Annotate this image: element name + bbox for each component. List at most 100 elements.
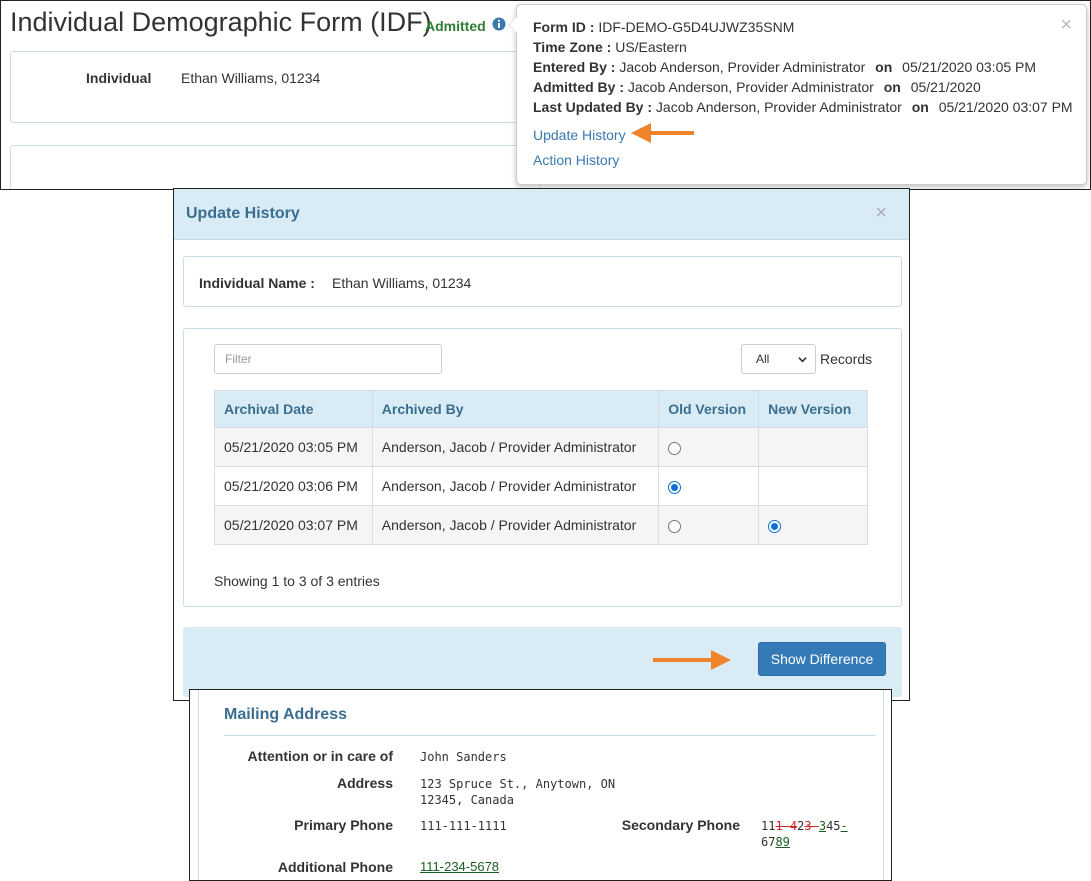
old-version-cell bbox=[658, 505, 760, 545]
new-version-cell bbox=[758, 427, 868, 467]
attention-label: Attention or in care of bbox=[247, 748, 393, 764]
table-row: 05/21/2020 03:07 PM Anderson, Jacob / Pr… bbox=[214, 505, 868, 545]
records-length-select[interactable]: All bbox=[741, 344, 816, 374]
archived-by-cell: Anderson, Jacob / Provider Administrator bbox=[371, 427, 660, 467]
address-line-2: 12345, Canada bbox=[420, 793, 514, 807]
old-version-radio-selected[interactable] bbox=[668, 480, 682, 494]
annotation-arrow-update-history bbox=[631, 123, 694, 143]
last-updated-label: Last Updated By : bbox=[533, 99, 653, 115]
modal-close-icon[interactable]: × bbox=[875, 202, 887, 225]
last-updated-by-value: Jacob Anderson, Provider Administrator bbox=[655, 99, 902, 115]
page-title: Individual Demographic Form (IDF) bbox=[10, 7, 432, 37]
archived-by-cell: Anderson, Jacob / Provider Administrator bbox=[371, 505, 660, 545]
individual-value: Ethan Williams, 01234 bbox=[181, 70, 321, 86]
form-info-popover: × Form ID : IDF-DEMO-G5D4UJWZ35SNM Time … bbox=[508, 4, 1087, 185]
table-header-row: Archival Date Archived By Old Version Ne… bbox=[214, 390, 868, 428]
individual-name-label: Individual Name : bbox=[199, 275, 315, 291]
secondary-phone-label: Secondary Phone bbox=[621, 817, 740, 833]
history-table-card: All Records Archival Date Archived By Ol… bbox=[183, 328, 902, 607]
records-label: Records bbox=[820, 351, 873, 367]
old-version-cell bbox=[658, 466, 760, 506]
added-text: 89 bbox=[775, 835, 790, 849]
modal-footer: Show Difference bbox=[183, 627, 902, 697]
added-text: 3 bbox=[818, 819, 827, 833]
section-divider bbox=[224, 735, 876, 736]
unchanged-text: 11 bbox=[761, 819, 776, 833]
individual-name-card: Individual Name : Ethan Williams, 01234 bbox=[183, 256, 902, 307]
update-history-table: Archival Date Archived By Old Version Ne… bbox=[214, 390, 868, 545]
old-version-radio[interactable] bbox=[668, 519, 682, 533]
filter-input[interactable] bbox=[214, 344, 442, 374]
admitted-by-row: Admitted By : Jacob Anderson, Provider A… bbox=[533, 77, 1073, 97]
entered-on-value: 05/21/2020 03:05 PM bbox=[902, 59, 1037, 75]
old-version-cell bbox=[658, 427, 760, 467]
chevron-down-icon bbox=[798, 357, 807, 363]
additional-phone-value: 111-234-5678 bbox=[420, 859, 500, 874]
removed-text: 1-4 bbox=[775, 819, 798, 833]
table-info-text: Showing 1 to 3 of 3 entries bbox=[214, 573, 380, 589]
mailing-address-panel: Mailing Address Attention or in care of … bbox=[189, 689, 892, 881]
mailing-address-card: Mailing Address Attention or in care of … bbox=[198, 690, 884, 880]
table-row: 05/21/2020 03:05 PM Anderson, Jacob / Pr… bbox=[214, 427, 868, 467]
arrow-head bbox=[631, 123, 651, 143]
address-value: 123 Spruce St., Anytown, ON 12345, Canad… bbox=[420, 776, 615, 808]
primary-phone-value: 111-111-1111 bbox=[420, 819, 507, 833]
attention-value: John Sanders bbox=[420, 750, 507, 764]
unchanged-text: 67 bbox=[761, 835, 776, 849]
column-header-archived-by[interactable]: Archived By bbox=[371, 390, 660, 428]
records-length-value: All bbox=[756, 352, 770, 366]
form-header-panel: Individual Demographic Form (IDF) Admitt… bbox=[0, 0, 1091, 190]
archival-date-cell: 05/21/2020 03:05 PM bbox=[214, 427, 373, 467]
info-icon[interactable] bbox=[492, 17, 506, 31]
secondary-phone-diff-value: 111-423-345- 6789 bbox=[761, 818, 851, 850]
last-updated-on-value: 05/21/2020 03:07 PM bbox=[938, 99, 1073, 115]
status-badge: Admitted bbox=[425, 18, 486, 34]
on-word: on bbox=[875, 59, 893, 75]
new-version-radio-selected[interactable] bbox=[768, 519, 782, 533]
modal-title: Update History bbox=[186, 205, 300, 222]
address-label: Address bbox=[336, 775, 393, 791]
admitted-on-value: 05/21/2020 bbox=[910, 79, 981, 95]
form-id-value: IDF-DEMO-G5D4UJWZ35SNM bbox=[598, 19, 795, 35]
column-header-old-version[interactable]: Old Version bbox=[658, 390, 760, 428]
modal-header: Update History × bbox=[174, 189, 909, 240]
column-header-archival-date[interactable]: Archival Date bbox=[214, 390, 373, 428]
old-version-radio[interactable] bbox=[668, 441, 682, 455]
show-difference-button[interactable]: Show Difference bbox=[758, 642, 886, 676]
individual-card: Individual Ethan Williams, 01234 bbox=[10, 51, 540, 123]
table-row: 05/21/2020 03:06 PM Anderson, Jacob / Pr… bbox=[214, 466, 868, 506]
archived-by-cell: Anderson, Jacob / Provider Administrator bbox=[371, 466, 660, 506]
arrow-head bbox=[711, 650, 731, 670]
removed-text: 3- bbox=[804, 819, 819, 833]
form-id-row: Form ID : IDF-DEMO-G5D4UJWZ35SNM bbox=[533, 17, 1073, 37]
new-version-cell bbox=[758, 466, 868, 506]
section-title: Mailing Address bbox=[224, 706, 347, 723]
admitted-by-value: Jacob Anderson, Provider Administrator bbox=[627, 79, 874, 95]
on-word: on bbox=[911, 99, 929, 115]
update-history-link[interactable]: Update History bbox=[533, 127, 626, 143]
time-zone-row: Time Zone : US/Eastern bbox=[533, 37, 1073, 57]
time-zone-label: Time Zone : bbox=[533, 39, 612, 55]
update-history-modal: Update History × Individual Name : Ethan… bbox=[173, 188, 910, 701]
entered-by-row: Entered By : Jacob Anderson, Provider Ad… bbox=[533, 57, 1073, 77]
entered-by-label: Entered By : bbox=[533, 59, 616, 75]
additional-phone-label: Additional Phone bbox=[277, 859, 393, 875]
archival-date-cell: 05/21/2020 03:07 PM bbox=[214, 505, 373, 545]
individual-label: Individual bbox=[86, 70, 152, 86]
last-updated-row: Last Updated By : Jacob Anderson, Provid… bbox=[533, 97, 1073, 117]
annotation-arrow-show-difference bbox=[653, 650, 731, 670]
time-zone-value: US/Eastern bbox=[615, 39, 687, 55]
unchanged-text: 45 bbox=[826, 819, 841, 833]
entered-by-value: Jacob Anderson, Provider Administrator bbox=[619, 59, 866, 75]
form-section-card bbox=[10, 145, 540, 189]
form-id-label: Form ID : bbox=[533, 19, 595, 35]
column-header-new-version[interactable]: New Version bbox=[758, 390, 868, 428]
address-line-1: 123 Spruce St., Anytown, ON bbox=[420, 777, 616, 791]
action-history-link[interactable]: Action History bbox=[533, 152, 619, 168]
on-word: on bbox=[883, 79, 901, 95]
added-text: - bbox=[840, 819, 848, 833]
archival-date-cell: 05/21/2020 03:06 PM bbox=[214, 466, 373, 506]
primary-phone-label: Primary Phone bbox=[294, 817, 393, 833]
admitted-by-label: Admitted By : bbox=[533, 79, 624, 95]
individual-name-value: Ethan Williams, 01234 bbox=[332, 275, 472, 291]
